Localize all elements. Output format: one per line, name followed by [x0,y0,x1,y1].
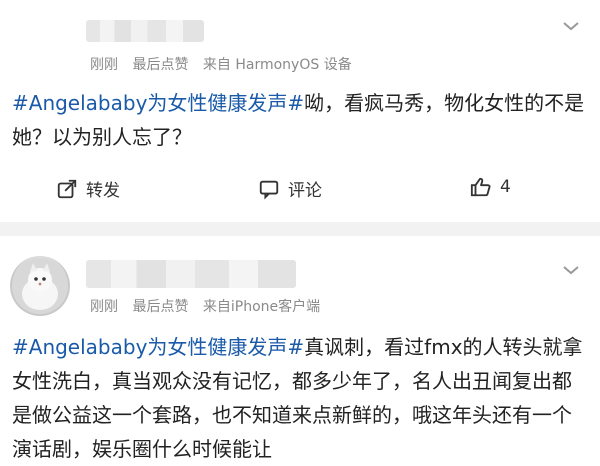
chevron-down-icon[interactable] [562,264,580,276]
blurred-username[interactable] [86,260,296,288]
post-meta: 刚刚 最后点赞 来自iPhone客户端 [90,296,330,316]
repost-icon [57,179,77,198]
post-actions: 转发 评论 4 [0,176,600,210]
post-card: 刚刚 最后点赞 来自 HarmonyOS 设备 #Angelababy为女性健康… [0,0,600,222]
blurred-username[interactable] [86,20,204,42]
last-like-label: 最后点赞 [132,299,189,315]
post-time: 刚刚 [90,299,118,315]
post-source: 来自 HarmonyOS 设备 [202,57,352,73]
post-body: #Angelababy为女性健康发声#真讽刺，看过fmx的人转头就拿女性洗白，真… [12,330,588,466]
comment-button[interactable]: 评论 [258,176,322,201]
repost-button[interactable]: 转发 [56,176,120,201]
repost-label: 转发 [86,181,120,201]
post-body: #Angelababy为女性健康发声#呦，看疯马秀，物化女性的不是她？以为别人忘… [12,86,588,154]
comment-label: 评论 [288,181,322,201]
post-meta: 刚刚 最后点赞 来自 HarmonyOS 设备 [90,54,362,74]
post-separator [0,222,600,236]
like-count: 4 [500,177,511,197]
like-button[interactable]: 4 [470,176,511,198]
post-time: 刚刚 [90,57,118,73]
post-source: 来自iPhone客户端 [202,299,321,315]
last-like-label: 最后点赞 [132,57,189,73]
hashtag-link[interactable]: #Angelababy为女性健康发声# [12,335,304,359]
cat-face-icon [12,258,68,314]
post-card: 刚刚 最后点赞 来自iPhone客户端 #Angelababy为女性健康发声#真… [0,236,600,463]
chevron-down-icon[interactable] [562,20,580,32]
hashtag-link[interactable]: #Angelababy为女性健康发声# [12,91,304,115]
comment-icon [259,180,279,199]
thumbs-up-icon [470,177,491,197]
cat-avatar[interactable] [10,256,70,316]
